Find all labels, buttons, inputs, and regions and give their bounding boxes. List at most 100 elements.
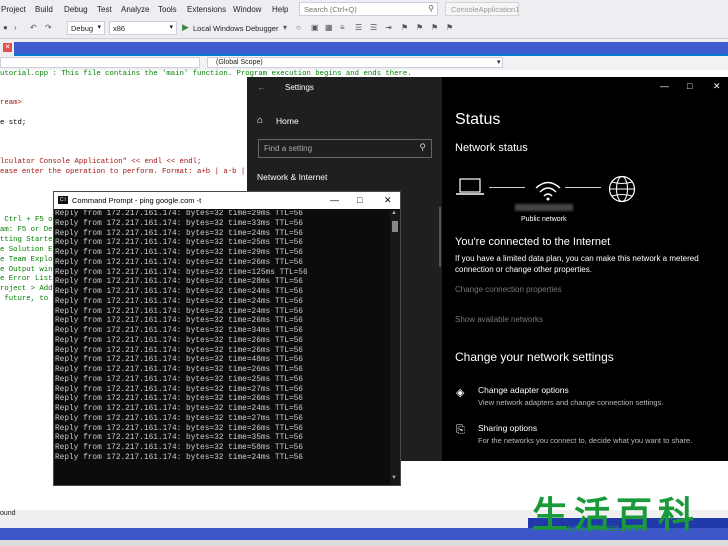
config-select[interactable]: Debug ▾ (67, 21, 105, 35)
search-icon: ⚲ (419, 142, 426, 152)
navigation-bar: (Global Scope) ▾ (0, 56, 728, 71)
forward-icon[interactable]: › (14, 23, 17, 32)
chevron-down-icon: ▾ (97, 24, 101, 31)
change-adapter-options-link[interactable]: Change adapter options (478, 385, 569, 395)
bookmark-icon[interactable]: ⚑ (401, 23, 408, 32)
active-tab[interactable] (14, 42, 728, 54)
minimize-icon[interactable]: — (330, 195, 339, 205)
scroll-down-icon[interactable]: ▼ (391, 475, 397, 481)
menu-extensions[interactable]: Extensions (187, 5, 226, 14)
cmd-line: Reply from 172.217.161.174: bytes=32 tim… (55, 297, 303, 306)
show-available-networks-link[interactable]: Show available networks (455, 315, 543, 324)
bookmark-next-icon[interactable]: ⚑ (431, 23, 438, 32)
menu-project[interactable]: Project (1, 5, 26, 14)
scrollbar-thumb[interactable] (392, 221, 398, 232)
code-text: e Output wind (0, 266, 57, 274)
code-line: ream> (0, 99, 22, 107)
platform-select[interactable]: x86 ▾ (109, 21, 177, 35)
close-icon[interactable]: ✕ (3, 43, 12, 52)
project-scope-select[interactable] (0, 57, 200, 68)
minimize-icon[interactable]: — (660, 81, 669, 91)
start-debugger-button[interactable]: Local Windows Debugger (193, 24, 278, 33)
undo-icon[interactable]: ↶ (30, 23, 37, 32)
close-icon[interactable]: ✕ (384, 195, 392, 206)
menu-build[interactable]: Build (35, 5, 53, 14)
code-line: Ctrl + F5 o (0, 216, 53, 224)
cmd-line: Reply from 172.217.161.174: bytes=32 tim… (55, 375, 303, 384)
maximize-icon[interactable]: □ (687, 81, 692, 91)
format-icon[interactable]: ≡ (340, 23, 345, 32)
code-line: e std; (0, 119, 26, 127)
code-text: e Error List (0, 275, 53, 283)
comment-icon[interactable]: ☰ (355, 23, 362, 32)
chevron-down-icon[interactable]: ▾ (497, 58, 501, 66)
cmd-line: Reply from 172.217.161.174: bytes=32 tim… (55, 239, 303, 248)
settings-home-link[interactable]: Home (276, 116, 299, 126)
code-line: e Solution Ex (0, 246, 57, 254)
maximize-icon[interactable]: □ (357, 195, 362, 205)
search-icon: ⚲ (428, 4, 434, 13)
back-arrow-icon[interactable]: ← (257, 82, 266, 92)
cmd-line: Reply from 172.217.161.174: bytes=32 tim… (55, 346, 303, 355)
find-setting-input[interactable]: Find a setting ⚲ (258, 139, 432, 158)
layout-icon[interactable]: ▦ (325, 23, 333, 32)
menu-analyze[interactable]: Analyze (121, 5, 149, 14)
wifi-icon (535, 181, 561, 201)
back-icon[interactable]: ● (3, 23, 8, 32)
code-text: e Solution Ex (0, 246, 57, 254)
cmd-line: Reply from 172.217.161.174: bytes=32 tim… (55, 444, 303, 452)
scroll-up-icon[interactable]: ▲ (391, 210, 397, 216)
sharing-icon: ⎘ (456, 424, 465, 436)
code-line: roject > Add (0, 285, 53, 293)
menu-help[interactable]: Help (272, 5, 288, 14)
code-line: lculator Console Application" << endl <<… (0, 158, 201, 166)
chevron-down-icon[interactable]: ▾ (283, 23, 287, 32)
code-text: e Team Explor (0, 256, 57, 264)
indent-icon[interactable]: ⇥ (385, 23, 392, 32)
code-text: Ctrl + F5 o (0, 216, 53, 224)
global-scope-select[interactable]: (Global Scope) (207, 57, 503, 68)
hot-reload-icon[interactable]: ○ (296, 23, 301, 32)
uncomment-icon[interactable]: ☰ (370, 23, 377, 32)
sharing-options-link[interactable]: Sharing options (478, 423, 537, 433)
cmd-line: Reply from 172.217.161.174: bytes=32 tim… (55, 366, 303, 374)
code-text: lculator Console Application" << endl <<… (0, 158, 202, 166)
bookmark-prev-icon[interactable]: ⚑ (416, 23, 423, 32)
menu-tools[interactable]: Tools (158, 5, 177, 14)
cmd-line: Reply from 172.217.161.174: bytes=32 tim… (55, 453, 303, 462)
bookmark-clear-icon[interactable]: ⚑ (446, 23, 453, 32)
cmd-line: Reply from 172.217.161.174: bytes=32 tim… (55, 395, 303, 404)
code-line: e Output wind (0, 266, 57, 274)
code-text: ream> (0, 99, 22, 107)
code-text: e std; (0, 119, 27, 127)
status-heading: Status (455, 111, 501, 128)
taskbar (0, 540, 728, 546)
chevron-down-icon: ▾ (169, 24, 173, 31)
code-line: future, to o (0, 295, 57, 303)
scrollbar[interactable] (439, 207, 441, 267)
laptop-icon (456, 178, 484, 195)
cmd-line: Reply from 172.217.161.174: bytes=32 tim… (55, 288, 303, 296)
play-icon[interactable]: ▶ (182, 22, 189, 33)
menu-debug[interactable]: Debug (64, 5, 88, 14)
cmd-titlebar[interactable]: C:\ Command Prompt - ping google.com -t … (54, 192, 400, 209)
home-icon[interactable]: ⌂ (257, 115, 263, 126)
adapter-icon: ◈ (456, 387, 465, 399)
output-label: ound (0, 510, 16, 517)
limited-plan-text: If you have a limited data plan, you can… (455, 254, 699, 274)
scrollbar[interactable]: ▲ ▼ (390, 210, 400, 485)
code-line: am: F5 or Deb (0, 226, 57, 234)
scope-value: (Global Scope) (216, 59, 263, 66)
command-prompt-window[interactable]: C:\ Command Prompt - ping google.com -t … (53, 191, 401, 486)
menu-test[interactable]: Test (97, 5, 112, 14)
close-icon[interactable]: ✕ (713, 81, 721, 92)
cmd-line: Reply from 172.217.161.174: bytes=32 tim… (55, 327, 303, 335)
change-connection-properties-link[interactable]: Change connection properties (455, 285, 562, 294)
camera-icon[interactable]: ▣ (311, 23, 319, 32)
cmd-output[interactable]: Reply from 172.217.161.174: bytes=32 tim… (55, 210, 389, 485)
cmd-line: Reply from 172.217.161.174: bytes=32 tim… (55, 336, 303, 345)
menu-window[interactable]: Window (233, 5, 261, 14)
redo-icon[interactable]: ↷ (45, 23, 52, 32)
search-input[interactable]: Search (Ctrl+Q) ⚲ (299, 2, 438, 16)
code-line: ease enter the operation to perform. For… (0, 168, 254, 176)
